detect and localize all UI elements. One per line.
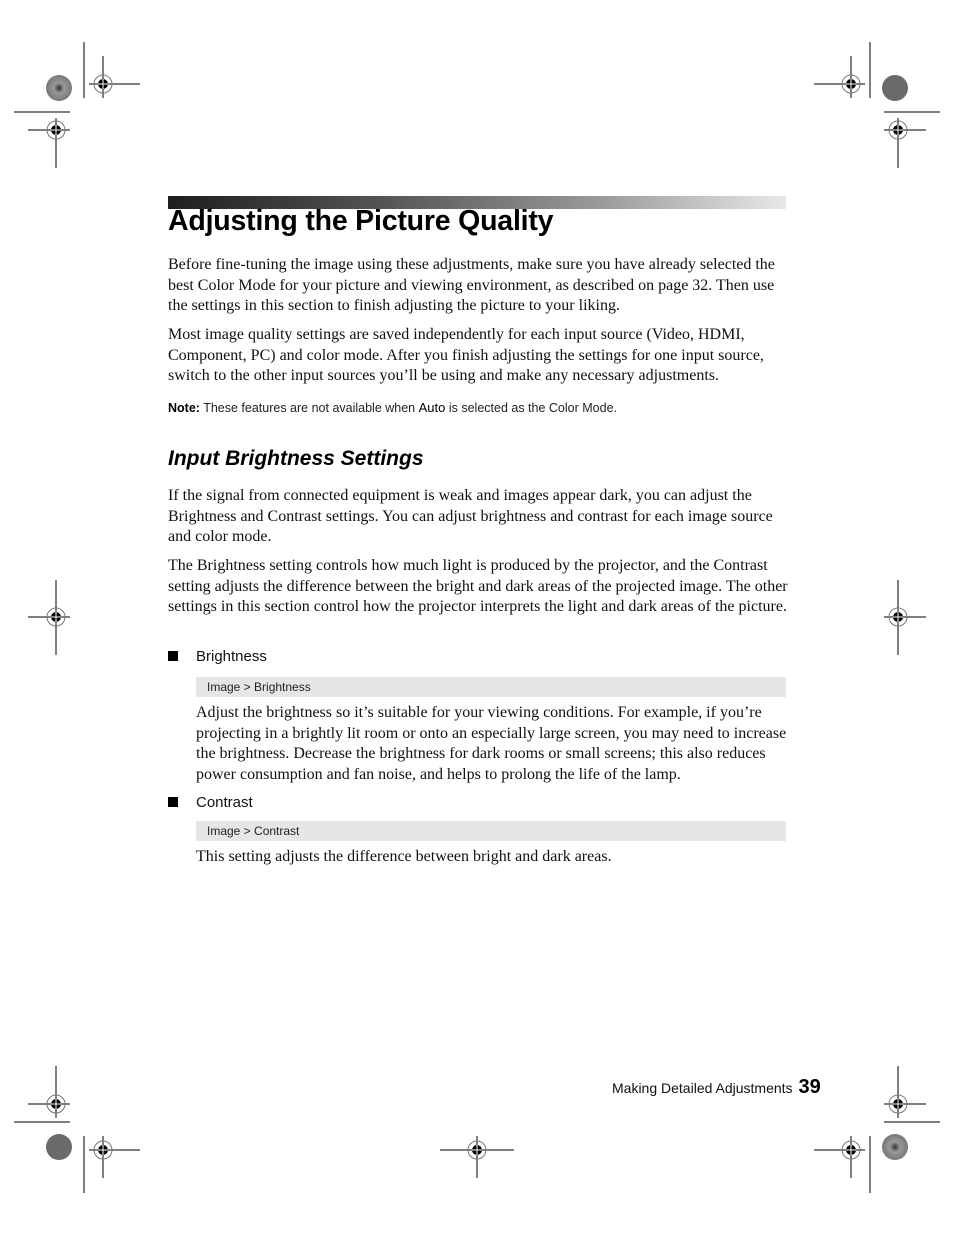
- registration-crosshair-icon: [884, 118, 926, 168]
- crop-mark-top-left: [14, 42, 85, 113]
- registration-crosshair-icon: [884, 580, 926, 655]
- registration-crosshair-icon: [28, 580, 70, 655]
- registration-crosshair-icon: [89, 1136, 140, 1178]
- crop-mark-top-right: [869, 42, 940, 113]
- registration-crosshair-icon: [440, 1136, 514, 1178]
- print-marks-layer: [14, 42, 940, 1193]
- crop-mark-bottom-right: [869, 1121, 940, 1193]
- registration-crosshair-icon: [28, 1066, 70, 1118]
- registration-crosshair-icon: [814, 56, 865, 98]
- registration-crosshair-icon: [884, 1066, 926, 1118]
- registration-crosshair-icon: [28, 118, 70, 168]
- registration-crosshair-icon: [89, 56, 140, 98]
- starburst-target-icon: [46, 75, 72, 101]
- starburst-target-icon: [882, 75, 908, 101]
- crop-mark-bottom-left: [14, 1121, 85, 1193]
- registration-crosshair-icon: [814, 1136, 865, 1178]
- starburst-target-icon: [46, 1134, 72, 1160]
- starburst-target-icon: [882, 1134, 908, 1160]
